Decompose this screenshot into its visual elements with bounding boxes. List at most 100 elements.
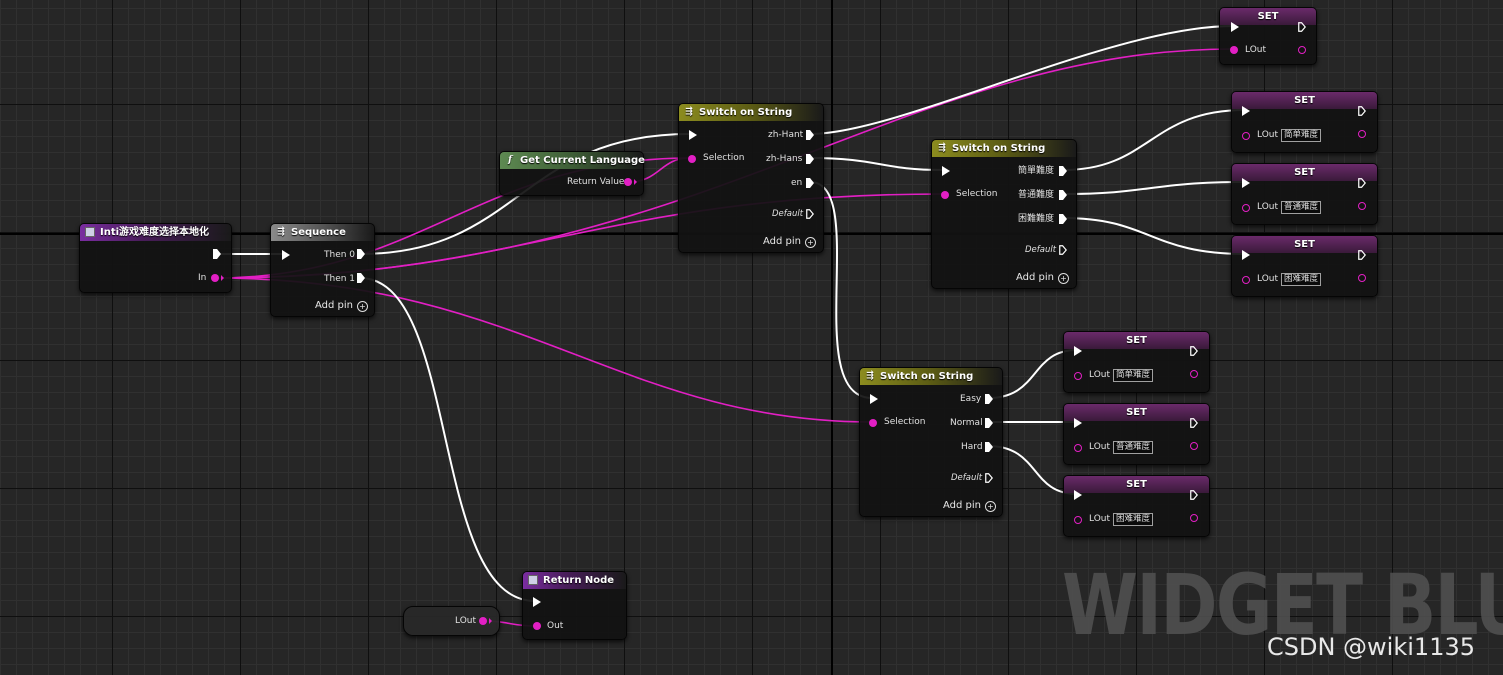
return-node-header[interactable]: Return Node <box>523 572 626 589</box>
switch3-default-pin[interactable] <box>985 473 993 483</box>
set-lout-out-pin[interactable] <box>1358 274 1366 282</box>
set-exec-in-pin[interactable] <box>1074 346 1082 356</box>
set-exec-out-pin[interactable] <box>1358 250 1366 260</box>
set-exec-in-pin[interactable] <box>1242 250 1250 260</box>
set-exec-in-pin[interactable] <box>1074 418 1082 428</box>
set-lout-in-pin[interactable] <box>1074 444 1082 452</box>
exec-in-pin[interactable] <box>282 250 290 260</box>
switch1-default-pin[interactable] <box>806 209 814 219</box>
set-header[interactable]: SET <box>1064 404 1209 421</box>
switch2-case-1-pin[interactable] <box>1059 166 1067 176</box>
set-exec-in-pin[interactable] <box>1242 178 1250 188</box>
switch3-selection-pin[interactable] <box>869 419 877 427</box>
set-lout-out-pin[interactable] <box>1358 202 1366 210</box>
exec-out-pin[interactable] <box>213 249 221 259</box>
set-lout-row: LOut 简单难度 <box>1257 129 1322 142</box>
function-entry-node[interactable]: Inti游戏难度选择本地化 In <box>79 223 232 293</box>
sequence-node[interactable]: ⇶ Sequence Then 0 Then 1 Add pin + <box>270 223 375 317</box>
blueprint-graph-canvas[interactable]: Inti游戏难度选择本地化 In ⇶ Sequence Then 0 Then … <box>0 0 1503 675</box>
set-lout-out-pin[interactable] <box>1190 442 1198 450</box>
switch2-case-2-pin[interactable] <box>1059 190 1067 200</box>
set-exec-in-pin[interactable] <box>1074 490 1082 500</box>
switch3-exec-in-pin[interactable] <box>870 394 878 404</box>
switch1-add-pin-button[interactable]: Add pin + <box>763 236 817 248</box>
switch-on-string-en-node[interactable]: ⇶ Switch on String Selection Easy Normal… <box>859 367 1003 517</box>
set-lout-node[interactable]: SET LOut <box>1219 7 1317 65</box>
switch-on-string-hant-node[interactable]: ⇶ Switch on String Selection 簡單難度 普通難度 困… <box>931 139 1077 289</box>
set-exec-in-pin[interactable] <box>1231 22 1239 32</box>
set-value-input[interactable]: 普通难度 <box>1113 441 1154 454</box>
then1-pin[interactable] <box>357 273 365 283</box>
set-lout-in-pin[interactable] <box>1242 132 1250 140</box>
sequence-title: Sequence <box>291 227 346 238</box>
set-exec-out-pin[interactable] <box>1358 178 1366 188</box>
switch2-add-pin-button[interactable]: Add pin + <box>1016 272 1070 284</box>
function-entry-header[interactable]: Inti游戏难度选择本地化 <box>80 224 231 241</box>
sequence-add-pin-button[interactable]: Add pin + <box>315 300 369 312</box>
switch3-header[interactable]: ⇶ Switch on String <box>860 368 1002 385</box>
in-string-pin[interactable] <box>211 274 219 282</box>
set-value-input[interactable]: 困难难度 <box>1113 513 1154 526</box>
set-lout-in-pin[interactable] <box>1242 204 1250 212</box>
lout-getter-out-pin[interactable] <box>479 617 487 625</box>
return-node[interactable]: Return Node Out <box>522 571 627 640</box>
switch2-selection-pin[interactable] <box>941 191 949 199</box>
switch-icon: ⇶ <box>866 371 874 381</box>
then0-pin[interactable] <box>357 249 365 259</box>
set-header[interactable]: SET <box>1232 92 1377 109</box>
return-value-pin[interactable] <box>624 178 632 186</box>
set-value-input[interactable]: 普通难度 <box>1281 201 1322 214</box>
return-out-pin[interactable] <box>533 622 541 630</box>
set-exec-in-pin[interactable] <box>1242 106 1250 116</box>
switch1-case-zh-hans-pin[interactable] <box>806 154 814 164</box>
set-lout-normal-en-node[interactable]: SET LOut 普通难度 <box>1063 403 1210 465</box>
switch2-default-label: Default <box>1025 245 1057 255</box>
switch2-exec-in-pin[interactable] <box>942 166 950 176</box>
switch3-case-easy-pin[interactable] <box>985 394 993 404</box>
set-value-input[interactable]: 困难难度 <box>1281 273 1322 286</box>
set-header[interactable]: SET <box>1232 236 1377 253</box>
get-current-language-node[interactable]: f Get Current Language Return Value <box>499 151 645 196</box>
switch2-header[interactable]: ⇶ Switch on String <box>932 140 1076 157</box>
switch3-add-pin-button[interactable]: Add pin + <box>943 500 997 512</box>
set-exec-out-pin[interactable] <box>1190 490 1198 500</box>
switch3-case-hard-pin[interactable] <box>985 442 993 452</box>
set-lout-hard-node[interactable]: SET LOut 困难难度 <box>1231 235 1378 297</box>
set-lout-out-pin[interactable] <box>1190 514 1198 522</box>
set-lout-in-pin[interactable] <box>1074 516 1082 524</box>
set-lout-normal-node[interactable]: SET LOut 普通难度 <box>1231 163 1378 225</box>
switch1-case-en-pin[interactable] <box>806 178 814 188</box>
switch1-selection-pin[interactable] <box>688 155 696 163</box>
switch1-exec-in-pin[interactable] <box>689 130 697 140</box>
set-exec-out-pin[interactable] <box>1358 106 1366 116</box>
set-exec-out-pin[interactable] <box>1298 22 1306 32</box>
set-exec-out-pin[interactable] <box>1190 346 1198 356</box>
set-lout-easy-node[interactable]: SET LOut 简单难度 <box>1063 331 1210 393</box>
return-out-label: Out <box>547 621 564 631</box>
sequence-header[interactable]: ⇶ Sequence <box>271 224 374 241</box>
switch2-default-pin[interactable] <box>1059 245 1067 255</box>
set-lout-simple-node[interactable]: SET LOut 简单难度 <box>1231 91 1378 153</box>
set-header[interactable]: SET <box>1232 164 1377 181</box>
set-header[interactable]: SET <box>1064 476 1209 493</box>
lout-variable-getter[interactable]: LOut <box>403 606 500 636</box>
set-lout-in-pin[interactable] <box>1242 276 1250 284</box>
get-current-language-header[interactable]: f Get Current Language <box>500 152 645 169</box>
lout-getter-label: LOut <box>455 616 477 626</box>
switch1-case-zh-hant-pin[interactable] <box>806 130 814 140</box>
set-lout-hard-en-node[interactable]: SET LOut 困难难度 <box>1063 475 1210 537</box>
switch2-case-3-pin[interactable] <box>1059 214 1067 224</box>
set-value-input[interactable]: 简单难度 <box>1281 129 1322 142</box>
set-header[interactable]: SET <box>1064 332 1209 349</box>
set-lout-out-pin[interactable] <box>1190 370 1198 378</box>
switch-on-string-language-node[interactable]: ⇶ Switch on String Selection zh-Hant zh-… <box>678 103 824 253</box>
return-exec-in-pin[interactable] <box>533 597 541 607</box>
set-lout-out-pin[interactable] <box>1298 46 1306 54</box>
set-lout-out-pin[interactable] <box>1358 130 1366 138</box>
set-lout-in-pin[interactable] <box>1074 372 1082 380</box>
set-lout-in-pin[interactable] <box>1230 46 1238 54</box>
set-exec-out-pin[interactable] <box>1190 418 1198 428</box>
switch3-case-normal-pin[interactable] <box>985 418 993 428</box>
switch1-header[interactable]: ⇶ Switch on String <box>679 104 823 121</box>
set-value-input[interactable]: 简单难度 <box>1113 369 1154 382</box>
